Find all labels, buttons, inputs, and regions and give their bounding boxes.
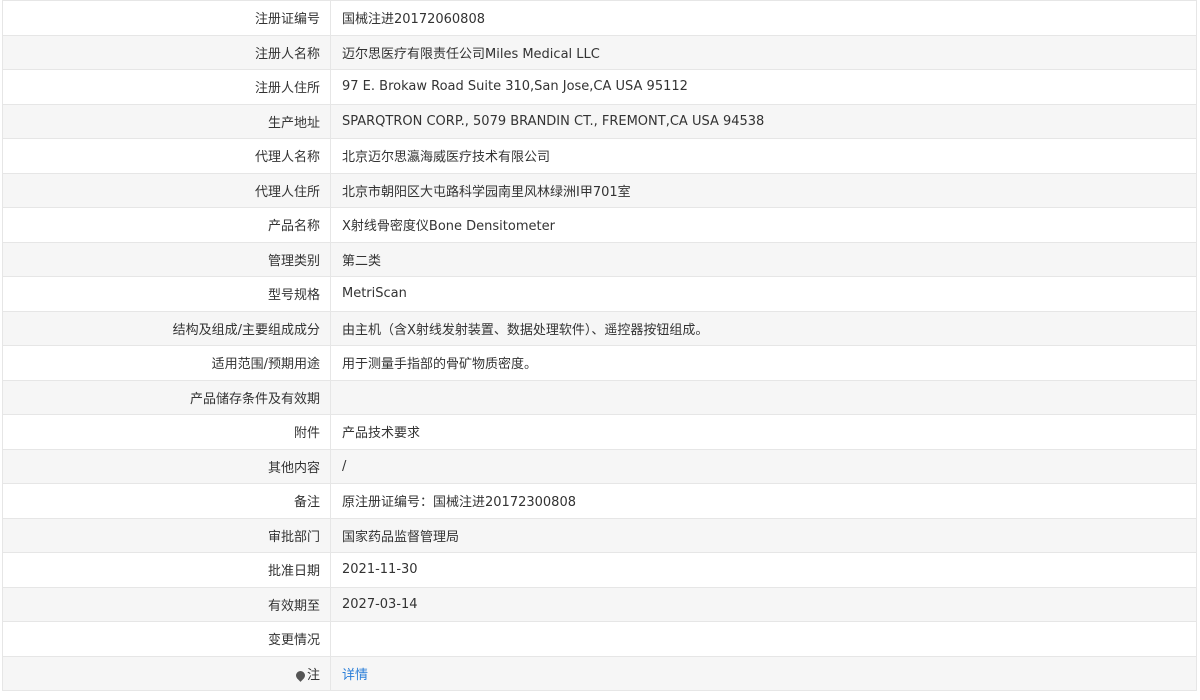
row-label: 附件 [2, 414, 331, 450]
row-label: 注册人名称 [2, 34, 331, 70]
row-label: 有效期至 [2, 586, 331, 622]
table-row: 代理人名称 北京迈尔思瀛海威医疗技术有限公司 [2, 138, 1197, 174]
row-value [330, 621, 1197, 657]
row-value [330, 379, 1197, 415]
table-row: 生产地址 SPARQTRON CORP., 5079 BRANDIN CT., F… [2, 103, 1197, 139]
note-value-cell: 详情 [330, 655, 1197, 691]
row-value: X射线骨密度仪Bone Densitometer [330, 207, 1197, 243]
row-label: 其他内容 [2, 448, 331, 484]
registration-info-rows: 注册证编号 国械注进20172060808 注册人名称 迈尔思医疗有限责任公司Mil… [2, 0, 1197, 691]
row-label: 变更情况 [2, 621, 331, 657]
row-label: 注册人住所 [2, 69, 331, 105]
map-pin-icon [294, 668, 307, 682]
table-row: 变更情况 [2, 621, 1197, 657]
table-row: 注册人名称 迈尔思医疗有限责任公司Miles Medical LLC [2, 34, 1197, 70]
row-value: 北京迈尔思瀛海威医疗技术有限公司 [330, 138, 1197, 174]
row-value: 迈尔思医疗有限责任公司Miles Medical LLC [330, 34, 1197, 70]
row-value: SPARQTRON CORP., 5079 BRANDIN CT., FREMO… [330, 103, 1197, 139]
row-label: 型号规格 [2, 276, 331, 312]
table-row: 结构及组成/主要组成成分 由主机（含X射线发射装置、数据处理软件）、遥控器按钮组成… [2, 310, 1197, 346]
table-row: 有效期至 2027-03-14 [2, 586, 1197, 622]
row-label: 备注 [2, 483, 331, 519]
row-label: 产品名称 [2, 207, 331, 243]
table-row: 产品名称 X射线骨密度仪Bone Densitometer [2, 207, 1197, 243]
row-label: 管理类别 [2, 241, 331, 277]
row-value: 产品技术要求 [330, 414, 1197, 450]
row-label: 适用范围/预期用途 [2, 345, 331, 381]
row-label: 代理人住所 [2, 172, 331, 208]
table-row: 其他内容 / [2, 448, 1197, 484]
table-row: 备注 原注册证编号：国械注进20172300808 [2, 483, 1197, 519]
row-label: 注册证编号 [2, 0, 331, 36]
row-value: 原注册证编号：国械注进20172300808 [330, 483, 1197, 519]
row-value: 97 E. Brokaw Road Suite 310,San Jose,CA … [330, 69, 1197, 105]
row-value: 国家药品监督管理局 [330, 517, 1197, 553]
row-value: MetriScan [330, 276, 1197, 312]
row-label: 产品储存条件及有效期 [2, 379, 331, 415]
row-value: 2021-11-30 [330, 552, 1197, 588]
row-value: / [330, 448, 1197, 484]
note-label-cell: 注 [2, 655, 331, 691]
row-label: 批准日期 [2, 552, 331, 588]
table-row: 注册人住所 97 E. Brokaw Road Suite 310,San Jos… [2, 69, 1197, 105]
note-row: 注 详情 [2, 655, 1197, 691]
table-row: 附件 产品技术要求 [2, 414, 1197, 450]
table-row: 注册证编号 国械注进20172060808 [2, 0, 1197, 36]
table-row: 审批部门 国家药品监督管理局 [2, 517, 1197, 553]
table-row: 产品储存条件及有效期 [2, 379, 1197, 415]
note-label: 注 [306, 667, 320, 683]
row-label: 结构及组成/主要组成成分 [2, 310, 331, 346]
table-row: 适用范围/预期用途 用于测量手指部的骨矿物质密度。 [2, 345, 1197, 381]
table-row: 代理人住所 北京市朝阳区大屯路科学园南里风林绿洲Ⅰ甲701室 [2, 172, 1197, 208]
row-label: 生产地址 [2, 103, 331, 139]
row-label: 审批部门 [2, 517, 331, 553]
row-label: 代理人名称 [2, 138, 331, 174]
row-value: 第二类 [330, 241, 1197, 277]
table-row: 型号规格 MetriScan [2, 276, 1197, 312]
table-row: 批准日期 2021-11-30 [2, 552, 1197, 588]
row-value: 北京市朝阳区大屯路科学园南里风林绿洲Ⅰ甲701室 [330, 172, 1197, 208]
row-value: 用于测量手指部的骨矿物质密度。 [330, 345, 1197, 381]
row-value: 由主机（含X射线发射装置、数据处理软件）、遥控器按钮组成。 [330, 310, 1197, 346]
row-value: 国械注进20172060808 [330, 0, 1197, 36]
table-row: 管理类别 第二类 [2, 241, 1197, 277]
row-value: 2027-03-14 [330, 586, 1197, 622]
registration-info-table: 注册证编号 国械注进20172060808 注册人名称 迈尔思医疗有限责任公司Mil… [2, 0, 1197, 691]
details-link[interactable]: 详情 [342, 668, 368, 683]
registration-detail-page: 注册证编号 国械注进20172060808 注册人名称 迈尔思医疗有限责任公司Mil… [0, 0, 1200, 700]
